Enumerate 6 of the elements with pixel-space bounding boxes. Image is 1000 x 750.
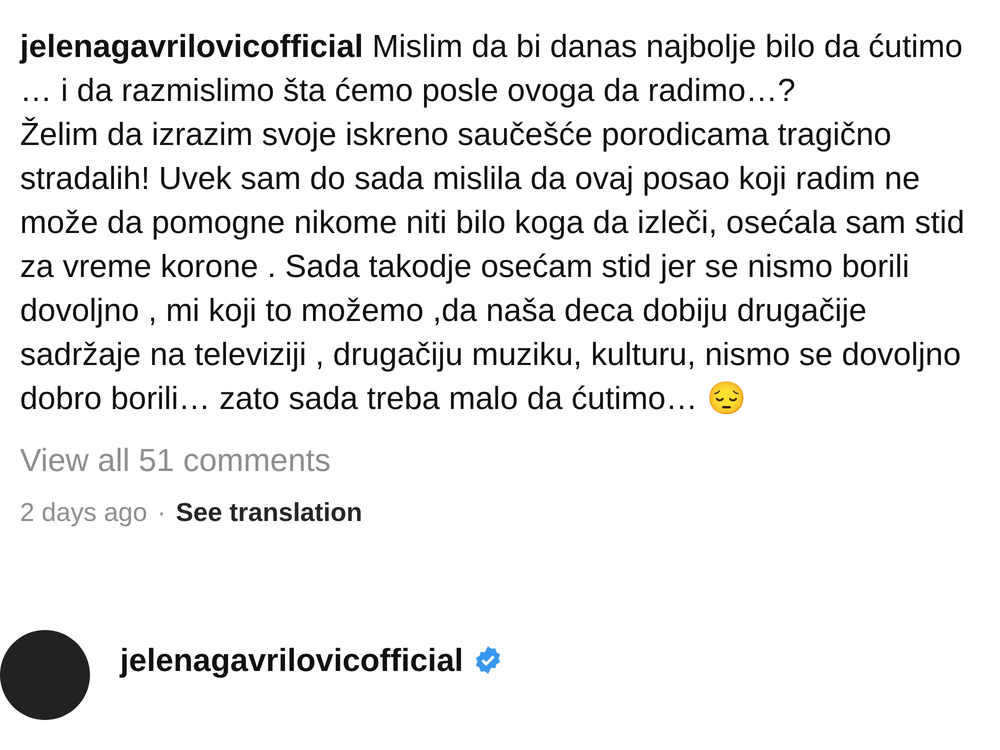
post-caption: jelenagavrilovicofficial Mislim da bi danas najbolje bilo da ćutimo … i da razmislimo šta ćemo posle ovoga da radimo…? <box>20 27 964 110</box>
see-translation-link[interactable]: See translation <box>176 497 362 528</box>
post-time: 2 days ago <box>20 497 148 528</box>
post-caption: Želim da izrazim svoje iskreno saučešće porodicama tragično stradalih! Uvek sam do sada mislila da ovaj posao koji radim ne može da pomogne nikome niti bilo koga da izleči, osećala sam stid za vreme korone . Sada takodje osećam stid jer se nismo borili dovoljno , mi koji to možemo ,da naša deca dobiju drugačije sadržaje na televiziji , drugačiju muziku, kulturu, nismo se dovoljno dobro borili… zato sada treba malo da ćutimo… 😔 <box>20 115 966 418</box>
separator-dot: · <box>157 497 166 528</box>
comment-username[interactable]: jelenagavrilovicofficial <box>120 642 464 678</box>
